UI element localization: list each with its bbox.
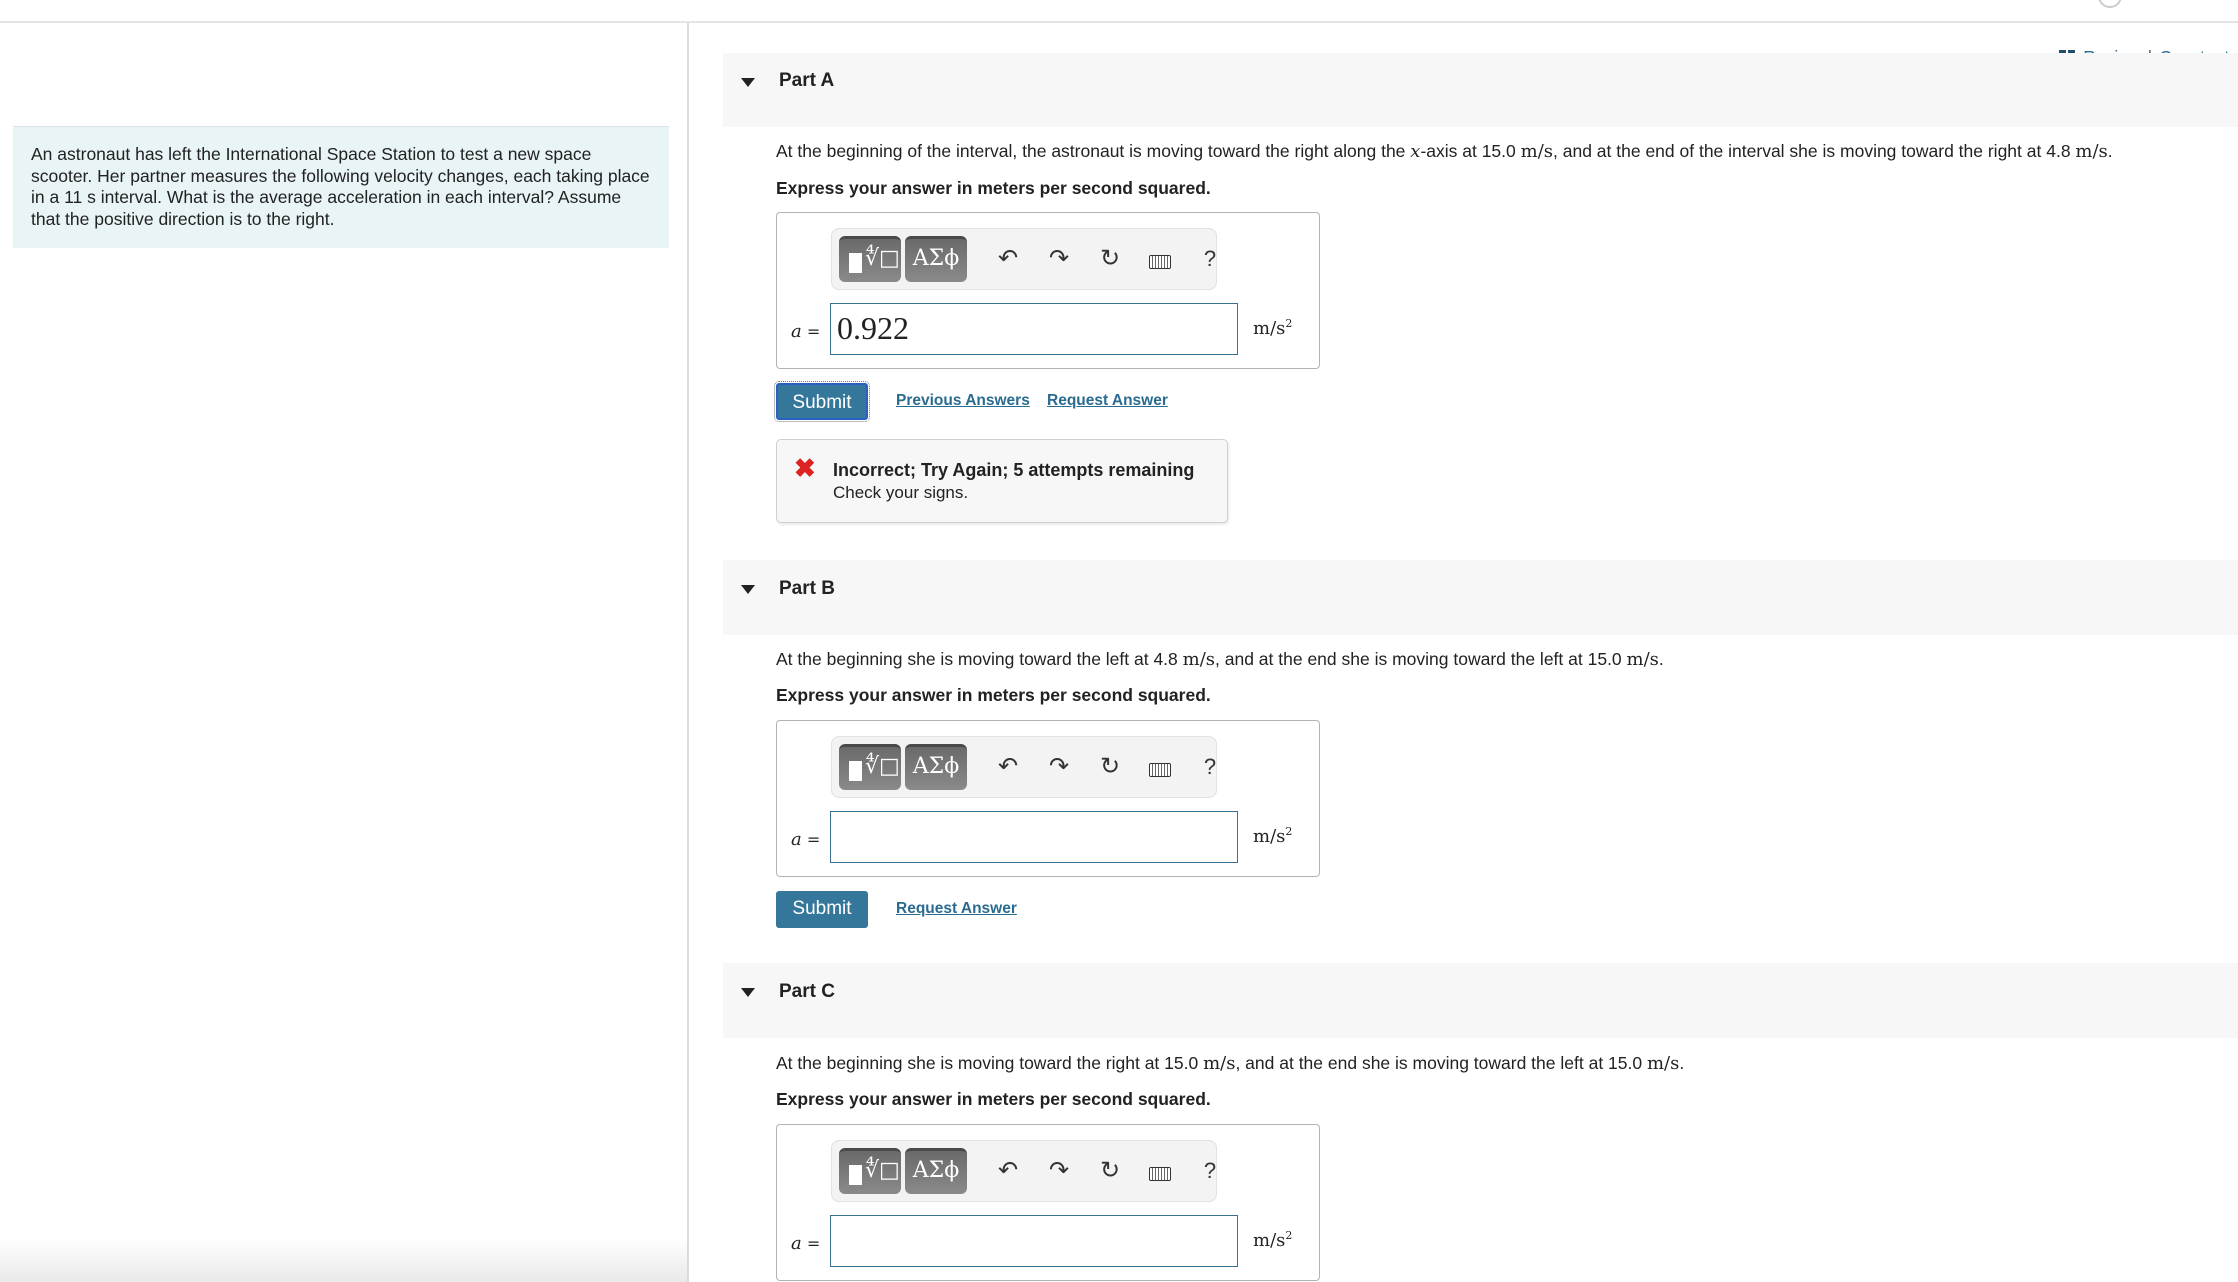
question-text: , and at the end she is moving toward th… [1215, 649, 1627, 669]
question-text: . [1679, 1053, 1685, 1073]
math-toolbar: ∜□ ΑΣϕ ↶ ↷ ↻ ? [831, 736, 1217, 798]
part-b-answer-box: ∜□ ΑΣϕ ↶ ↷ ↻ ? a = m/s2 [776, 720, 1320, 877]
undo-icon[interactable]: ↶ [992, 752, 1024, 782]
question-text: . [1658, 649, 1664, 669]
pane-divider[interactable] [687, 23, 689, 1282]
templates-icon [849, 253, 862, 273]
part-title: Part A [779, 70, 835, 91]
math-unit: m/s [2075, 141, 2108, 162]
math-unit: m/s [1203, 1053, 1236, 1074]
feedback-message: Check your signs. [833, 483, 969, 502]
answer-input[interactable] [830, 811, 1238, 863]
feedback-title: Incorrect; Try Again; 5 attempts remaini… [833, 460, 1195, 480]
question-text: -axis at 15.0 [1420, 141, 1521, 161]
collapse-triangle-icon[interactable] [741, 78, 755, 87]
math-variable: x [1410, 141, 1421, 162]
part-a-header[interactable]: Part A [723, 53, 2238, 127]
problem-intro: An astronaut has left the International … [13, 126, 669, 248]
templates-button[interactable]: ∜□ [839, 1148, 901, 1194]
collapse-triangle-icon[interactable] [741, 585, 755, 594]
answer-unit: m/s2 [1253, 1229, 1293, 1251]
question-text: . [2107, 141, 2113, 161]
math-unit: m/s [1520, 141, 1554, 162]
answer-label: a = [791, 321, 821, 342]
help-icon[interactable]: ? [1194, 1156, 1226, 1186]
answer-instructions: Express your answer in meters per second… [776, 178, 1211, 198]
question-text: , and at the end of the interval she is … [1553, 141, 2076, 161]
math-toolbar: ∜□ ΑΣϕ ↶ ↷ ↻ ? [831, 1140, 1217, 1202]
greek-symbols-button[interactable]: ΑΣϕ [905, 1148, 967, 1194]
feedback-box: ✖ Incorrect; Try Again; 5 attempts remai… [776, 439, 1228, 523]
keyboard-icon[interactable] [1144, 752, 1176, 782]
reset-icon[interactable]: ↻ [1094, 1156, 1126, 1186]
part-c-question: At the beginning she is moving toward th… [776, 1053, 1684, 1074]
root-glyph: ∜□ [865, 1158, 900, 1183]
top-bar [0, 0, 2238, 23]
root-glyph: ∜□ [865, 246, 900, 271]
answer-unit: m/s2 [1253, 825, 1293, 847]
redo-icon[interactable]: ↷ [1043, 1156, 1075, 1186]
keyboard-icon[interactable] [1144, 244, 1176, 274]
incorrect-x-icon: ✖ [794, 453, 816, 483]
submit-button[interactable]: Submit [776, 891, 868, 928]
part-title: Part C [779, 981, 835, 1002]
templates-icon [849, 1165, 862, 1185]
undo-icon[interactable]: ↶ [992, 1156, 1024, 1186]
redo-icon[interactable]: ↷ [1043, 244, 1075, 274]
request-answer-link[interactable]: Request Answer [896, 900, 1017, 918]
math-unit: m/s [1626, 649, 1659, 670]
part-a-question: At the beginning of the interval, the as… [776, 141, 2113, 162]
answer-unit: m/s2 [1253, 317, 1293, 339]
part-b-header[interactable]: Part B [723, 560, 2238, 635]
question-text: , and at the end she is moving toward th… [1235, 1053, 1647, 1073]
templates-button[interactable]: ∜□ [839, 236, 901, 282]
part-b-question: At the beginning she is moving toward th… [776, 649, 1664, 670]
part-title: Part B [779, 578, 835, 599]
answer-input[interactable] [830, 1215, 1238, 1267]
math-unit: m/s [1182, 649, 1216, 670]
request-answer-link[interactable]: Request Answer [1047, 392, 1168, 410]
collapse-triangle-icon[interactable] [741, 988, 755, 997]
undo-icon[interactable]: ↶ [992, 244, 1024, 274]
keyboard-icon[interactable] [1144, 1156, 1176, 1186]
help-icon[interactable]: ? [1194, 752, 1226, 782]
question-text: At the beginning she is moving toward th… [776, 1053, 1204, 1073]
previous-answers-link[interactable]: Previous Answers [896, 392, 1030, 410]
math-unit: m/s [1646, 1053, 1680, 1074]
answer-input[interactable]: 0.922 [830, 303, 1238, 355]
templates-button[interactable]: ∜□ [839, 744, 901, 790]
answer-label: a = [791, 829, 821, 850]
greek-symbols-button[interactable]: ΑΣϕ [905, 236, 967, 282]
part-c-header[interactable]: Part C [723, 963, 2238, 1038]
question-text: At the beginning of the interval, the as… [776, 141, 1411, 161]
root-glyph: ∜□ [865, 754, 900, 779]
answer-instructions: Express your answer in meters per second… [776, 685, 1211, 705]
redo-icon[interactable]: ↷ [1043, 752, 1075, 782]
question-text: At the beginning she is moving toward th… [776, 649, 1183, 669]
reset-icon[interactable]: ↻ [1094, 752, 1126, 782]
profile-icon[interactable] [2098, 0, 2122, 8]
help-icon[interactable]: ? [1194, 244, 1226, 274]
reset-icon[interactable]: ↻ [1094, 244, 1126, 274]
part-a-answer-box: ∜□ ΑΣϕ ↶ ↷ ↻ ? a = 0.922 m/s2 [776, 212, 1320, 369]
submit-button[interactable]: Submit [774, 381, 870, 422]
greek-symbols-button[interactable]: ΑΣϕ [905, 744, 967, 790]
answer-instructions: Express your answer in meters per second… [776, 1089, 1211, 1109]
math-toolbar: ∜□ ΑΣϕ ↶ ↷ ↻ ? [831, 228, 1217, 290]
answer-label: a = [791, 1233, 821, 1254]
part-c-answer-box: ∜□ ΑΣϕ ↶ ↷ ↻ ? a = m/s2 [776, 1124, 1320, 1281]
templates-icon [849, 761, 862, 781]
